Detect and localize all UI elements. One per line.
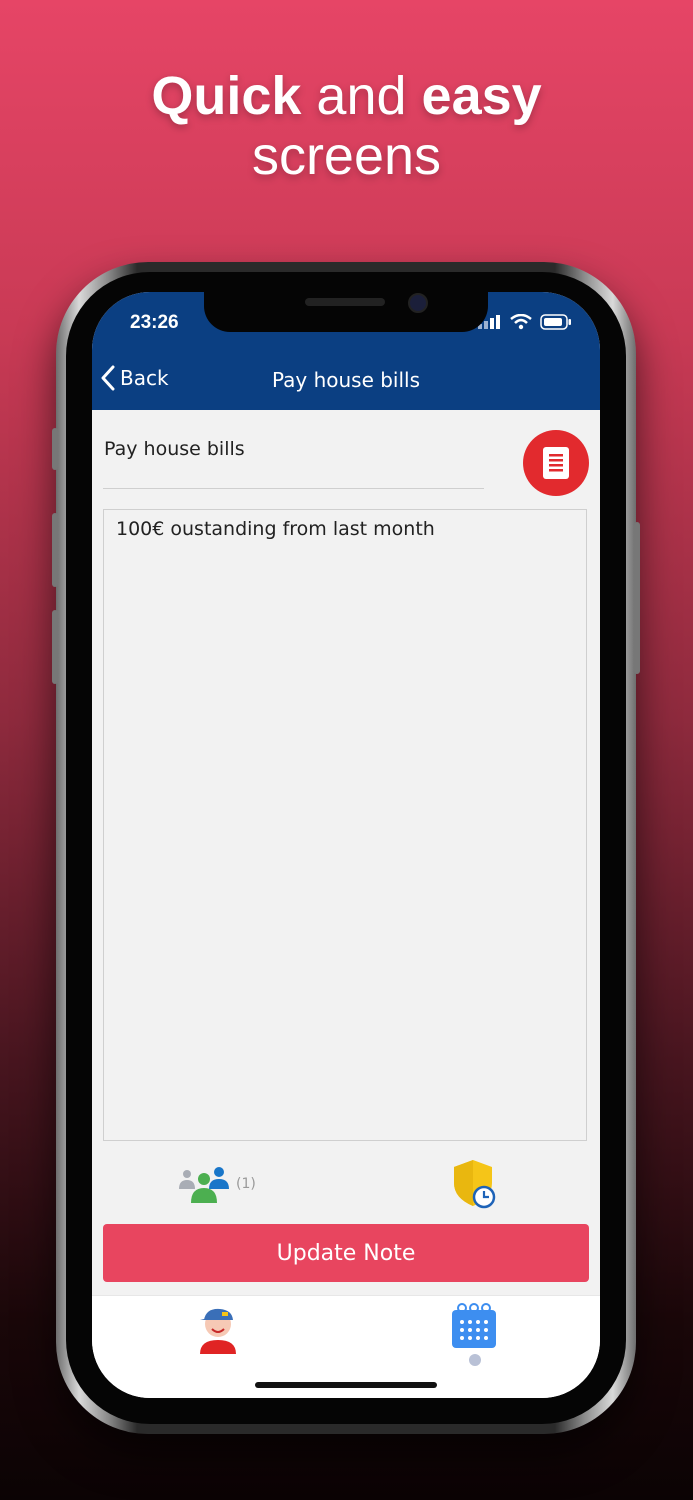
note-editor: Pay house bills 100€ oustanding from las… <box>92 410 600 1295</box>
notch <box>204 292 488 332</box>
phone-power-button <box>634 522 640 674</box>
note-type-button[interactable] <box>523 430 589 496</box>
document-icon <box>543 447 569 479</box>
battery-icon <box>540 314 571 330</box>
front-camera <box>408 293 428 313</box>
people-share-icon <box>179 1167 229 1203</box>
wifi-icon <box>510 314 532 330</box>
tab-profile[interactable] <box>196 1304 240 1358</box>
note-body-textarea[interactable]: 100€ oustanding from last month <box>103 509 587 1141</box>
update-note-button[interactable]: Update Note <box>103 1224 589 1282</box>
phone-side-button <box>52 428 58 470</box>
note-title-input[interactable]: Pay house bills <box>104 438 474 460</box>
status-time: 23:26 <box>130 312 179 333</box>
page-title: Pay house bills <box>271 368 421 392</box>
calendar-icon <box>452 1303 496 1348</box>
shield-clock-icon <box>454 1160 496 1209</box>
user-avatar-icon <box>200 1308 236 1354</box>
headline-line-2: screens <box>251 126 442 186</box>
share-button[interactable]: (1) <box>178 1163 256 1205</box>
active-tab-indicator <box>469 1354 481 1366</box>
headline: Quick and easy screens <box>0 66 693 186</box>
app-screen: 23:26 Back Pay house bills Pay house bil… <box>92 292 600 1398</box>
phone-volume-down <box>52 610 58 684</box>
headline-word-and: and <box>316 66 407 126</box>
home-indicator[interactable] <box>255 1382 437 1388</box>
headline-word-quick: Quick <box>151 66 302 126</box>
phone-volume-up <box>52 513 58 587</box>
headline-line-1: Quick and easy <box>0 66 693 126</box>
tab-calendar[interactable] <box>450 1302 498 1354</box>
title-underline <box>103 488 484 489</box>
reminder-button[interactable] <box>452 1158 498 1214</box>
headline-word-easy: easy <box>421 66 542 126</box>
shared-count: (1) <box>236 1176 256 1192</box>
status-icons <box>478 314 572 330</box>
speaker <box>305 298 385 306</box>
